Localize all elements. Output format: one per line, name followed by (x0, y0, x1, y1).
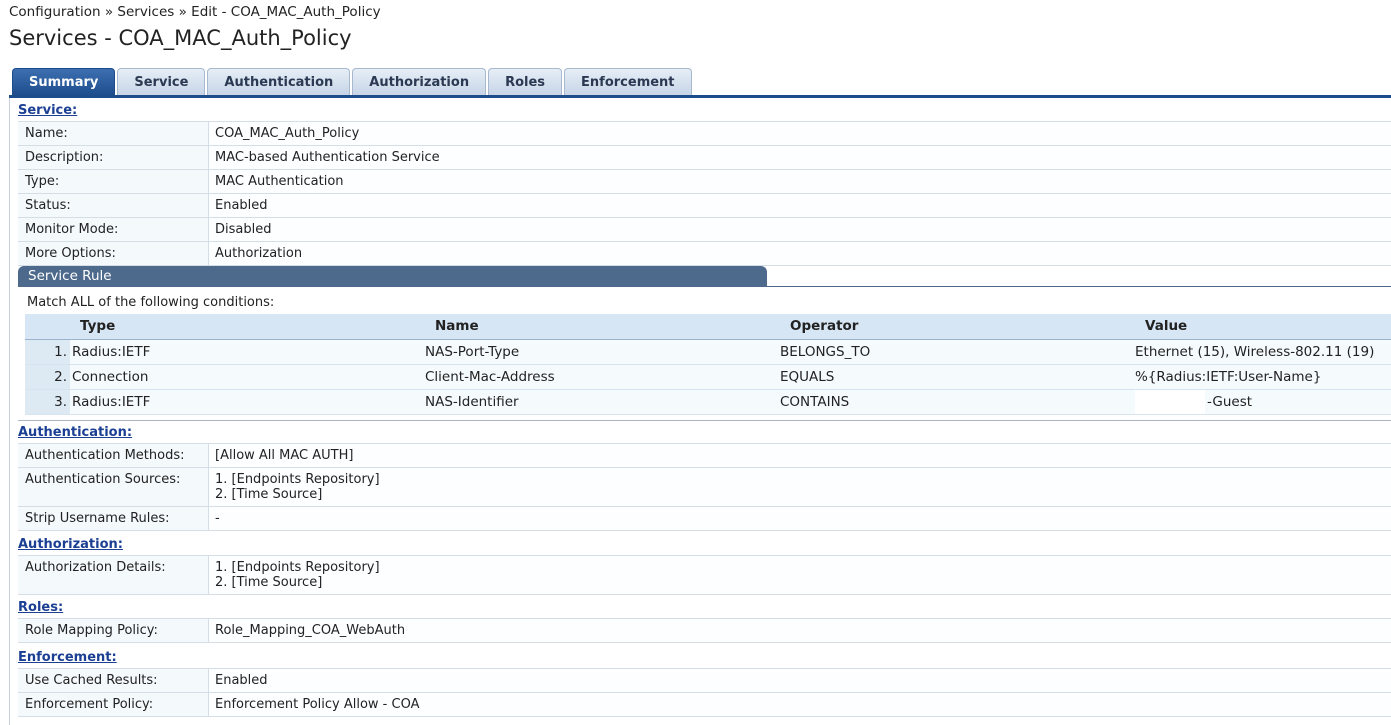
authz-details-row: Authorization Details: 1. [Endpoints Rep… (18, 556, 1391, 595)
condition-name: NAS-Port-Type (425, 339, 780, 365)
authz-details-value: 1. [Endpoints Repository] 2. [Time Sourc… (209, 556, 1391, 594)
tab-roles[interactable]: Roles (488, 68, 563, 96)
service-status-row: Status: Enabled (18, 194, 1391, 218)
tab-summary[interactable]: Summary (12, 68, 116, 96)
service-name-row: Name: COA_MAC_Auth_Policy (18, 122, 1391, 146)
column-header-value: Value (1135, 314, 1391, 340)
summary-panel: Service: Name: COA_MAC_Auth_Policy Descr… (9, 98, 1391, 725)
column-header-name: Name (425, 314, 780, 340)
authz-details-label: Authorization Details: (18, 556, 209, 594)
condition-value: %{Radius:IETF:User-Name} (1135, 364, 1391, 390)
authentication-section-link[interactable]: Authentication: (18, 425, 132, 440)
page-title: Services - COA_MAC_Auth_Policy (9, 26, 352, 50)
service-rule-header: Service Rule (18, 266, 767, 287)
condition-value: -Guest (1135, 389, 1391, 415)
condition-operator: BELONGS_TO (780, 339, 1135, 365)
service-monitor-mode-label: Monitor Mode: (18, 218, 209, 241)
use-cached-results-row: Use Cached Results: Enabled (18, 669, 1391, 693)
tab-enforcement[interactable]: Enforcement (564, 68, 692, 96)
enforcement-details: Use Cached Results: Enabled Enforcement … (18, 668, 1391, 717)
role-mapping-policy-row: Role Mapping Policy: Role_Mapping_COA_We… (18, 619, 1391, 643)
authorization-section-link[interactable]: Authorization: (18, 537, 123, 552)
tab-authentication[interactable]: Authentication (207, 68, 351, 96)
auth-methods-label: Authentication Methods: (18, 444, 209, 467)
authorization-details: Authorization Details: 1. [Endpoints Rep… (18, 555, 1391, 595)
condition-operator: EQUALS (780, 364, 1135, 390)
tab-authorization[interactable]: Authorization (352, 68, 487, 96)
service-description-label: Description: (18, 146, 209, 169)
roles-details: Role Mapping Policy: Role_Mapping_COA_We… (18, 618, 1391, 643)
enforcement-section-link[interactable]: Enforcement: (18, 650, 117, 665)
service-section-link[interactable]: Service: (18, 103, 77, 118)
service-more-options-label: More Options: (18, 242, 209, 265)
table-row: 1. Radius:IETF NAS-Port-Type BELONGS_TO … (25, 339, 1391, 365)
auth-sources-row: Authentication Sources: 1. [Endpoints Re… (18, 468, 1391, 507)
service-type-value: MAC Authentication (209, 170, 1391, 193)
condition-value: Ethernet (15), Wireless-802.11 (19) (1135, 339, 1391, 365)
table-row: 3. Radius:IETF NAS-Identifier CONTAINS -… (25, 389, 1391, 415)
service-type-label: Type: (18, 170, 209, 193)
service-status-label: Status: (18, 194, 209, 217)
service-more-options-value: Authorization (209, 242, 1391, 265)
column-header-operator: Operator (780, 314, 1135, 340)
condition-type: Radius:IETF (70, 389, 425, 415)
use-cached-results-value: Enabled (209, 669, 1391, 692)
row-number: 2. (25, 364, 70, 390)
service-rule-intro: Match ALL of the following conditions: (27, 295, 275, 310)
service-monitor-mode-row: Monitor Mode: Disabled (18, 218, 1391, 242)
enforcement-policy-row: Enforcement Policy: Enforcement Policy A… (18, 693, 1391, 717)
row-number: 1. (25, 339, 70, 365)
service-monitor-mode-value: Disabled (209, 218, 1391, 241)
service-rule-panel: Service Rule Match ALL of the following … (18, 266, 1391, 421)
strip-username-rules-row: Strip Username Rules: - (18, 507, 1391, 531)
breadcrumb: Configuration » Services » Edit - COA_MA… (9, 4, 381, 20)
roles-section-link[interactable]: Roles: (18, 600, 63, 615)
use-cached-results-label: Use Cached Results: (18, 669, 209, 692)
auth-methods-value: [Allow All MAC AUTH] (209, 444, 1391, 467)
condition-type: Connection (70, 364, 425, 390)
service-rule-divider (767, 286, 1391, 287)
role-mapping-policy-label: Role Mapping Policy: (18, 619, 209, 642)
table-row: 2. Connection Client-Mac-Address EQUALS … (25, 364, 1391, 390)
service-type-row: Type: MAC Authentication (18, 170, 1391, 194)
tab-service[interactable]: Service (117, 68, 206, 96)
enforcement-policy-value: Enforcement Policy Allow - COA (209, 693, 1391, 716)
service-description-row: Description: MAC-based Authentication Se… (18, 146, 1391, 170)
service-more-options-row: More Options: Authorization (18, 242, 1391, 266)
service-description-value: MAC-based Authentication Service (209, 146, 1391, 169)
column-header-type: Type (25, 314, 425, 340)
service-rule-header-row: Type Name Operator Value (25, 314, 1391, 340)
strip-username-rules-value: - (209, 507, 1391, 530)
condition-operator: CONTAINS (780, 389, 1135, 415)
auth-methods-row: Authentication Methods: [Allow All MAC A… (18, 444, 1391, 468)
service-name-label: Name: (18, 122, 209, 145)
condition-name: Client-Mac-Address (425, 364, 780, 390)
service-status-value: Enabled (209, 194, 1391, 217)
authentication-details: Authentication Methods: [Allow All MAC A… (18, 443, 1391, 531)
service-rule-table: Type Name Operator Value 1. Radius:IETF … (25, 314, 1391, 415)
strip-username-rules-label: Strip Username Rules: (18, 507, 209, 530)
condition-type: Radius:IETF (70, 339, 425, 365)
auth-sources-value: 1. [Endpoints Repository] 2. [Time Sourc… (209, 468, 1391, 506)
row-number: 3. (25, 389, 70, 415)
service-details: Name: COA_MAC_Auth_Policy Description: M… (18, 121, 1391, 266)
enforcement-policy-label: Enforcement Policy: (18, 693, 209, 716)
condition-name: NAS-Identifier (425, 389, 780, 415)
service-name-value: COA_MAC_Auth_Policy (209, 122, 1391, 145)
auth-sources-label: Authentication Sources: (18, 468, 209, 506)
role-mapping-policy-value: Role_Mapping_COA_WebAuth (209, 619, 1391, 642)
tab-bar: Summary Service Authentication Authoriza… (12, 68, 692, 96)
